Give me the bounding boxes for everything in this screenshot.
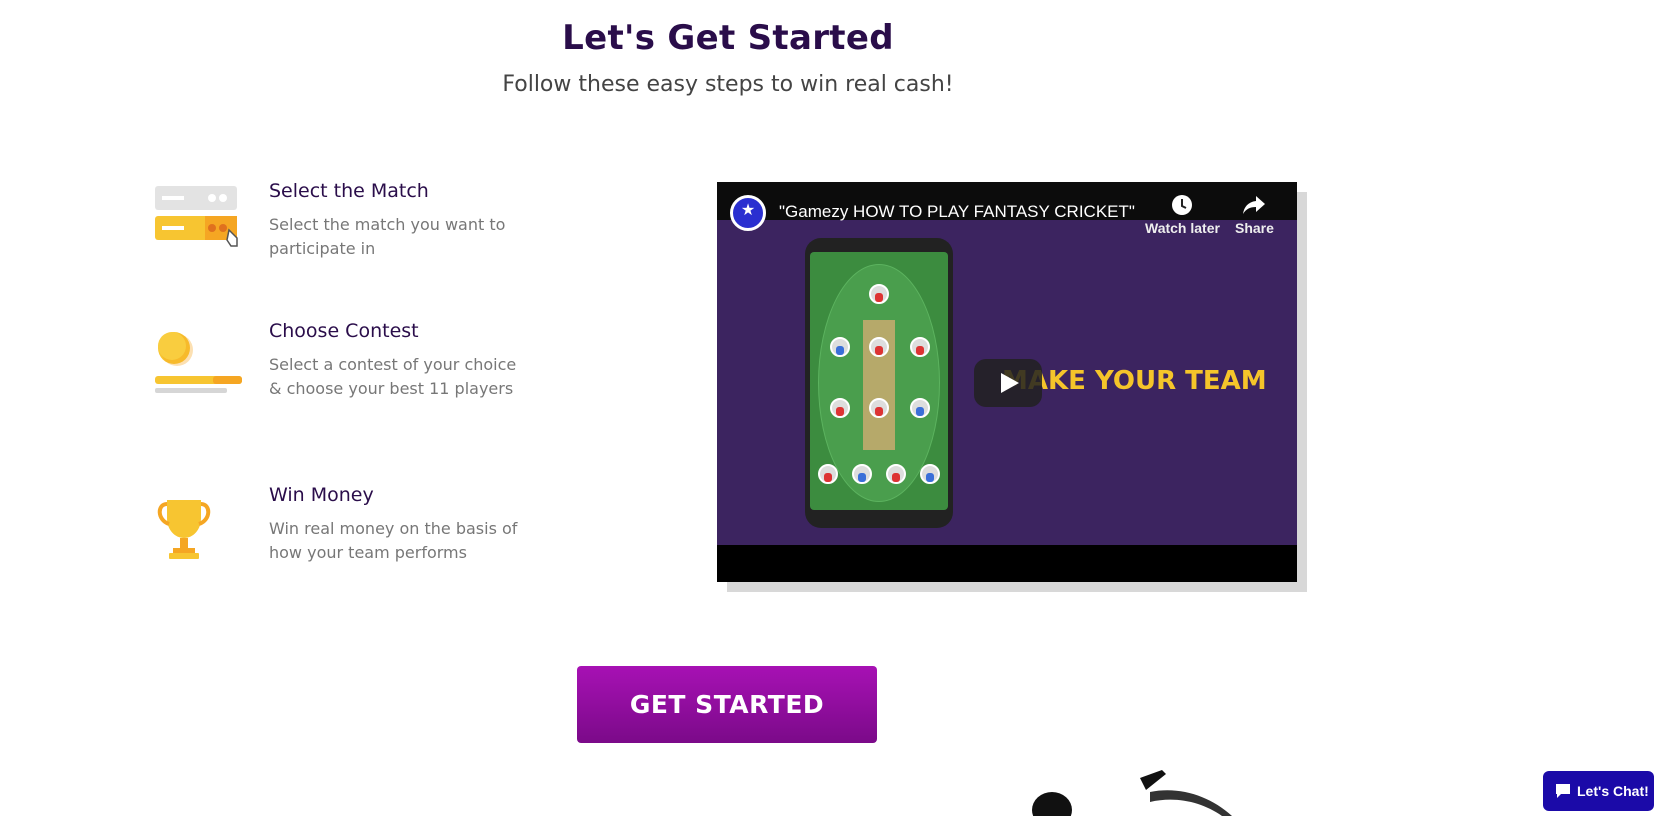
player-avatar (920, 464, 940, 484)
player-avatar (886, 464, 906, 484)
player-avatar (818, 464, 838, 484)
page-subtitle: Follow these easy steps to win real cash… (502, 72, 954, 97)
share-arrow-icon (1243, 196, 1266, 214)
share-label: Share (1235, 220, 1274, 236)
player-avatar (869, 337, 889, 357)
player-avatar (830, 398, 850, 418)
watch-later-label: Watch later (1145, 220, 1220, 236)
chat-label: Let's Chat! (1577, 783, 1649, 799)
step-select-match: Select the Match Select the match you wa… (155, 180, 535, 260)
page-title: Let's Get Started (562, 18, 894, 58)
phone-mockup (805, 238, 953, 528)
chat-bubble-icon (1556, 784, 1570, 798)
trophy-icon (157, 500, 211, 559)
step-description: Win real money on the basis of how your … (269, 519, 518, 562)
video-title[interactable]: "Gamezy HOW TO PLAY FANTASY CRICKET" (779, 202, 1135, 222)
step-title: Select the Match (269, 180, 429, 202)
clock-icon (1172, 195, 1193, 215)
step-description: Select a contest of your choice & choose… (269, 355, 517, 398)
player-avatar (869, 398, 889, 418)
player-avatar (910, 398, 930, 418)
cricket-illustration (1032, 770, 1232, 816)
player-avatar (910, 337, 930, 357)
lets-chat-button[interactable]: Let's Chat! (1543, 771, 1654, 811)
coin-contest-icon (155, 332, 242, 393)
step-description: Select the match you want to participate… (269, 215, 506, 258)
share-button[interactable]: Share (1235, 194, 1274, 236)
play-button[interactable] (974, 359, 1042, 407)
player-avatar (830, 337, 850, 357)
match-cards-icon (155, 186, 238, 247)
step-title: Win Money (269, 484, 374, 506)
step-choose-contest: Choose Contest Select a contest of your … (155, 320, 535, 420)
player-avatar (869, 284, 889, 304)
channel-logo-icon[interactable] (730, 195, 766, 231)
video-player[interactable]: "Gamezy HOW TO PLAY FANTASY CRICKET" Wat… (717, 182, 1297, 582)
get-started-button[interactable]: GET STARTED (577, 666, 877, 743)
player-avatar (852, 464, 872, 484)
step-title: Choose Contest (269, 320, 419, 342)
video-letterbox (717, 545, 1297, 582)
cricket-field-screen (810, 252, 948, 510)
watch-later-button[interactable]: Watch later (1145, 194, 1220, 236)
step-win-money: Win Money Win real money on the basis of… (155, 484, 535, 564)
